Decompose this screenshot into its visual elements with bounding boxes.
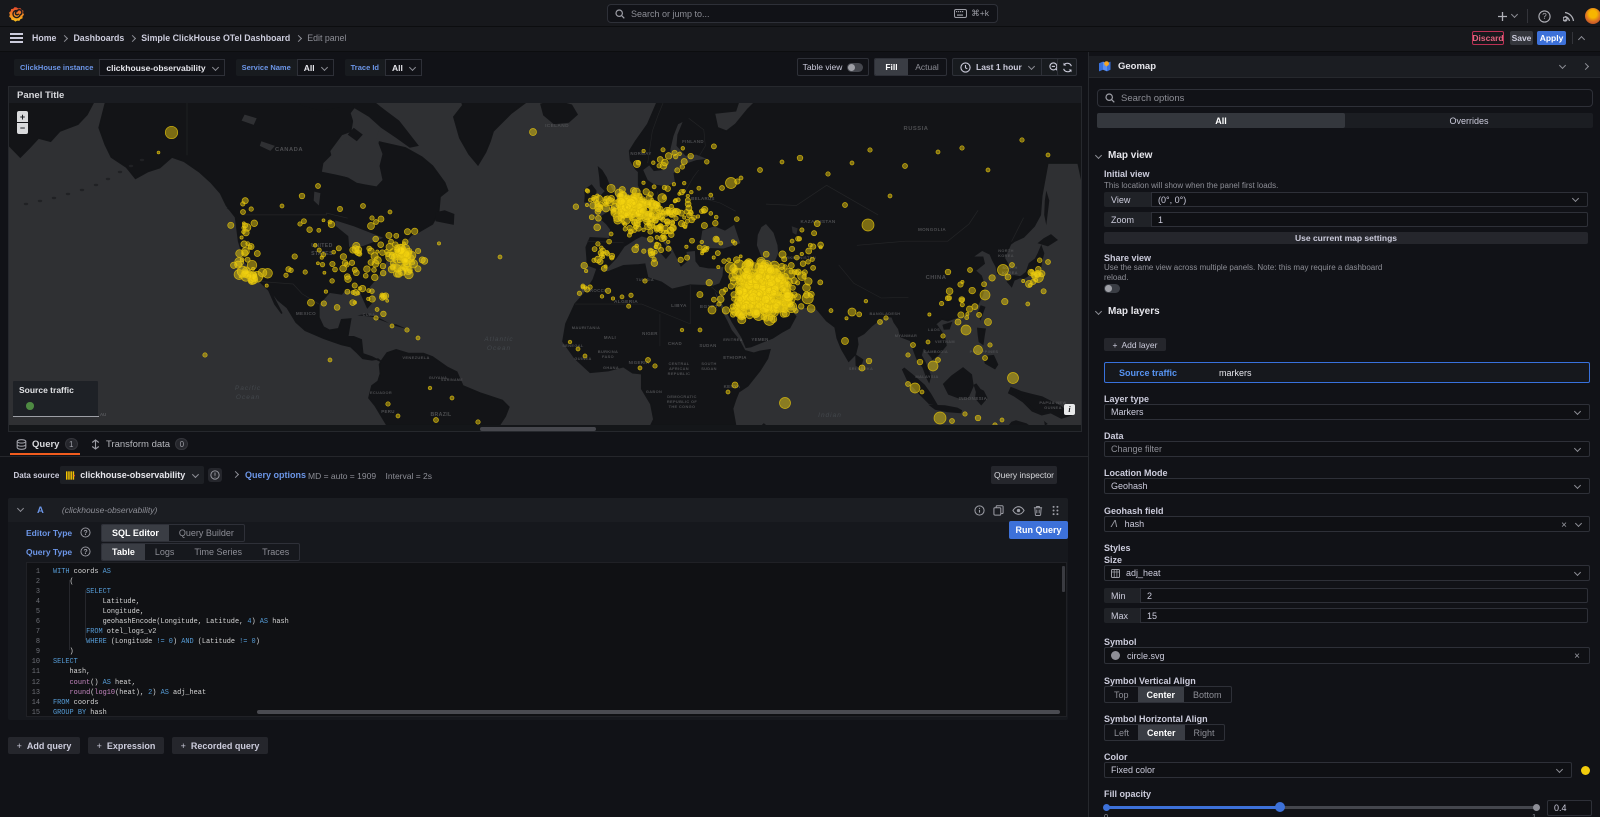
svg-text:CUBA: CUBA [363, 312, 376, 317]
svg-text:?: ? [83, 548, 87, 556]
svg-text:Pacific: Pacific [235, 385, 261, 392]
svg-text:MALAYSIA: MALAYSIA [915, 374, 938, 379]
svg-text:SUDAN: SUDAN [699, 343, 716, 348]
svg-text:FASO: FASO [602, 354, 614, 359]
svg-text:ICELAND: ICELAND [545, 123, 569, 129]
svg-text:ALGERIA: ALGERIA [614, 299, 638, 305]
svg-text:MALI: MALI [604, 335, 616, 340]
svg-text:BRAZIL: BRAZIL [430, 412, 452, 418]
svg-text:GABON: GABON [646, 389, 662, 394]
svg-text:CANADA: CANADA [275, 147, 303, 153]
svg-text:MONGOLIA: MONGOLIA [918, 227, 946, 232]
svg-text:SUDAN: SUDAN [701, 366, 717, 371]
svg-text:YEMEN: YEMEN [751, 337, 768, 342]
svg-text:NIGER: NIGER [642, 331, 658, 336]
svg-text:KOREA: KOREA [998, 253, 1014, 258]
svg-text:GHANA: GHANA [603, 365, 619, 370]
svg-text:GUYANA: GUYANA [429, 375, 448, 380]
svg-text:ETHIOPIA: ETHIOPIA [723, 355, 747, 360]
svg-text:NORWAY: NORWAY [630, 151, 651, 156]
svg-text:CHINA: CHINA [926, 275, 947, 281]
svg-text:MYANMAR: MYANMAR [895, 333, 917, 338]
svg-text:LIBYA: LIBYA [671, 303, 687, 309]
svg-text:GUINEA: GUINEA [1044, 405, 1062, 410]
svg-text:?: ? [1542, 12, 1547, 21]
svg-text:MEXICO: MEXICO [296, 311, 316, 316]
svg-text:VIETNAM: VIETNAM [935, 339, 955, 344]
svg-text:VENEZUELA: VENEZUELA [402, 355, 429, 360]
svg-text:CAMBODIA: CAMBODIA [924, 349, 948, 354]
svg-text:?: ? [83, 529, 87, 537]
svg-text:REPUBLIC: REPUBLIC [668, 371, 691, 376]
svg-text:ERITREA: ERITREA [723, 337, 743, 342]
svg-text:SENEGAL: SENEGAL [562, 343, 584, 348]
svg-text:CHAD: CHAD [668, 341, 682, 346]
svg-text:Ocean: Ocean [236, 394, 260, 401]
svg-text:THE CONGO: THE CONGO [669, 404, 696, 409]
svg-text:BANGLADESH: BANGLADESH [870, 311, 901, 316]
svg-text:Indian: Indian [818, 412, 842, 419]
svg-text:LAOS: LAOS [928, 327, 940, 332]
svg-text:RUSSIA: RUSSIA [904, 126, 929, 132]
svg-text:FINLAND: FINLAND [682, 139, 704, 144]
svg-text:MAURITANIA: MAURITANIA [572, 325, 601, 330]
svg-text:ECUADOR: ECUADOR [370, 390, 392, 395]
svg-text:INDONESIA: INDONESIA [959, 396, 988, 401]
svg-text:PERU: PERU [381, 409, 395, 414]
svg-text:Atlantic: Atlantic [483, 336, 513, 343]
svg-text:Ocean: Ocean [487, 345, 511, 352]
